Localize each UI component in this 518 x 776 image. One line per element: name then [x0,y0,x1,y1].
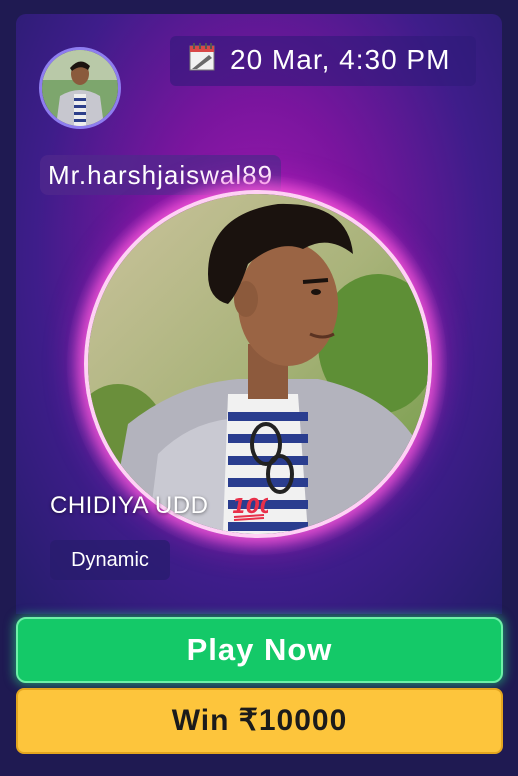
user-avatar[interactable] [39,47,121,129]
profile-photo[interactable] [84,190,432,538]
game-type-badge: Dynamic [50,540,170,580]
game-title: CHIDIYA UDD [50,492,209,519]
hundred-points-icon: 100 [232,494,268,521]
avatar-image [42,50,118,126]
calendar-icon [189,43,215,71]
profile-photo-image [88,194,428,534]
play-now-button[interactable]: Play Now [16,617,503,683]
date-time-text: 20 Mar, 4:30 PM [230,44,451,75]
game-card-screen: 20 Mar, 4:30 PM Mr.harshjaiswal89 CHIDIY… [0,0,518,776]
win-amount-button[interactable]: Win ₹10000 [16,688,503,754]
